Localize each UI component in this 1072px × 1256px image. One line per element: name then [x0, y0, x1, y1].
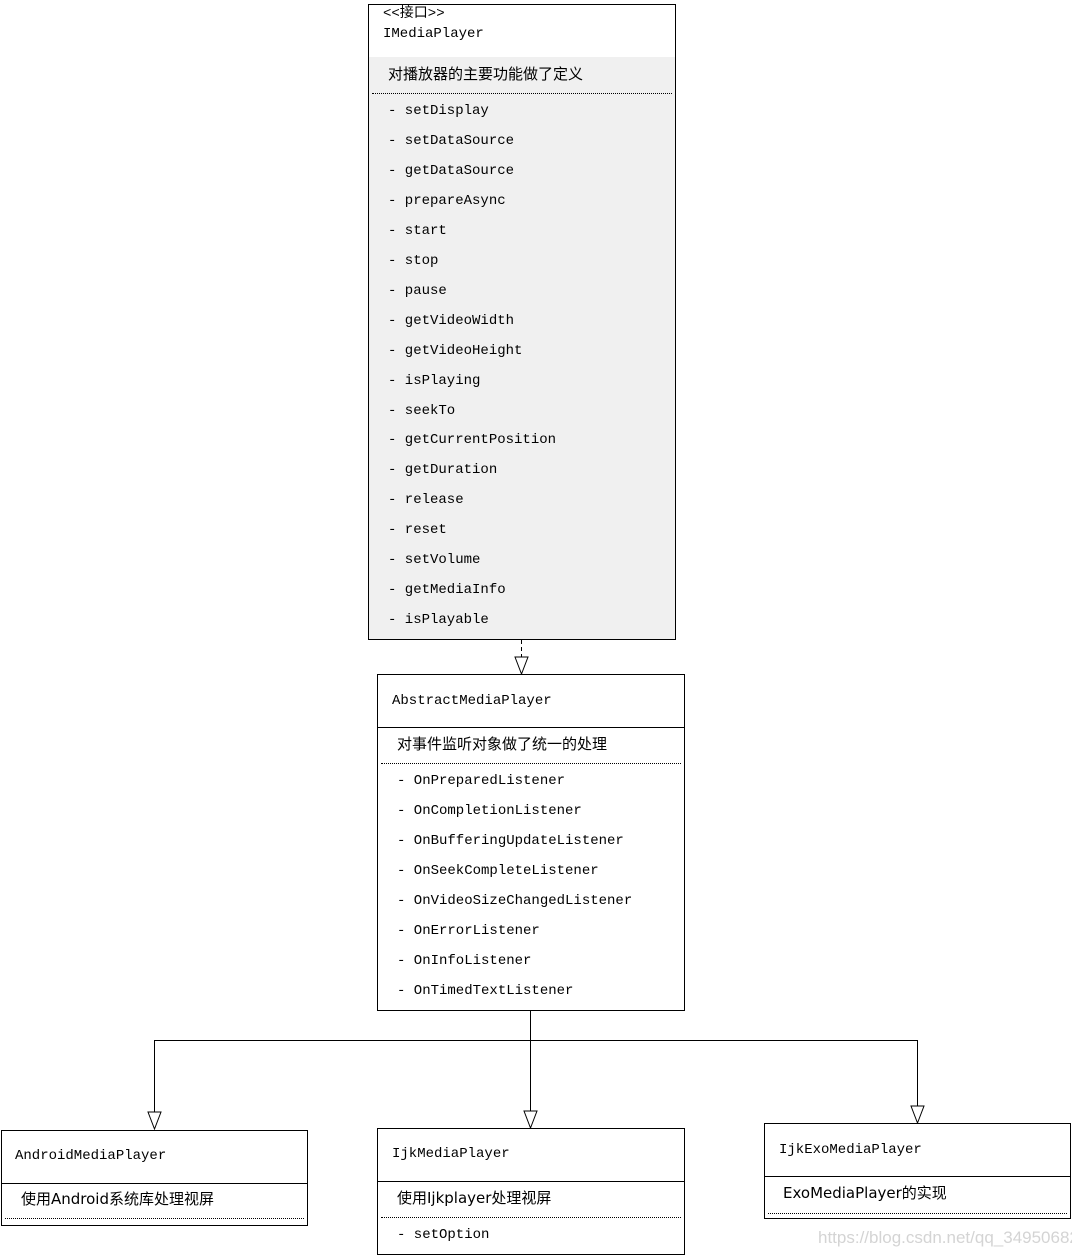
class-member: - pause — [388, 282, 447, 299]
class-header: IjkExoMediaPlayer — [765, 1124, 1070, 1177]
class-member: - release — [388, 492, 464, 509]
inheritance-arrowhead-ijkexo — [910, 1105, 925, 1125]
class-description: ExoMediaPlayer的实现 — [783, 1184, 947, 1202]
class-description: 对播放器的主要功能做了定义 — [388, 65, 584, 83]
class-name: AbstractMediaPlayer — [392, 693, 552, 709]
class-member: - OnTimedTextListener — [397, 982, 574, 999]
class-member: - setDisplay — [388, 103, 489, 119]
class-header: <<接口>> IMediaPlayer — [369, 5, 675, 58]
class-description: 使用Android系统库处理视屏 — [21, 1190, 214, 1208]
class-member: - OnVideoSizeChangedListener — [397, 892, 633, 909]
class-member: - setDataSource — [388, 132, 515, 149]
class-description: 使用Ijkplayer处理视屏 — [397, 1189, 552, 1207]
class-androidmediaplayer[interactable]: AndroidMediaPlayer 使用Android系统库处理视屏 — [1, 1130, 308, 1226]
class-name: IMediaPlayer — [383, 26, 484, 42]
class-member: - OnInfoListener — [397, 952, 532, 969]
class-member: - stop — [388, 252, 439, 269]
class-name: IjkMediaPlayer — [392, 1146, 510, 1162]
uml-class-diagram: <<接口>> IMediaPlayer 对播放器的主要功能做了定义 - setD… — [0, 0, 1072, 1256]
class-member: - isPlaying — [388, 372, 481, 389]
class-member: - setVolume — [388, 552, 481, 569]
class-body: 使用Ijkplayer处理视屏 - setOption — [378, 1181, 684, 1254]
class-body: 对事件监听对象做了统一的处理 - OnPreparedListener - OnC… — [378, 727, 684, 1010]
divider — [381, 763, 681, 764]
divider — [5, 1218, 304, 1219]
class-body: 使用Android系统库处理视屏 — [2, 1183, 307, 1225]
class-description: 对事件监听对象做了统一的处理 — [397, 735, 608, 753]
class-member: - getCurrentPosition — [388, 432, 557, 449]
class-member: - prepareAsync — [388, 192, 506, 209]
class-name: IjkExoMediaPlayer — [779, 1142, 922, 1158]
watermark: https://blog.csdn.net/qq_34950682 — [818, 1228, 1072, 1247]
class-member: - getVideoHeight — [388, 342, 523, 359]
class-member: - isPlayable — [388, 612, 489, 629]
class-stereotype: <<接口>> — [383, 6, 445, 22]
class-member: - setOption — [397, 1227, 490, 1243]
class-member: - OnSeekCompleteListener — [397, 862, 599, 879]
class-header: AndroidMediaPlayer — [2, 1131, 307, 1184]
class-member: - start — [388, 222, 447, 239]
divider — [381, 1217, 681, 1218]
class-name: AndroidMediaPlayer — [15, 1148, 167, 1164]
class-header: AbstractMediaPlayer — [378, 675, 684, 728]
class-member: - getDataSource — [388, 162, 515, 179]
class-member: - OnBufferingUpdateListener — [397, 832, 624, 849]
class-member: - getMediaInfo — [388, 582, 506, 599]
class-ijkmediaplayer[interactable]: IjkMediaPlayer 使用Ijkplayer处理视屏 - setOpti… — [377, 1128, 685, 1255]
class-member: - OnPreparedListener — [397, 773, 566, 789]
class-header: IjkMediaPlayer — [378, 1129, 684, 1182]
class-member: - OnErrorListener — [397, 922, 540, 939]
class-member: - OnCompletionListener — [397, 802, 582, 819]
class-body: 对播放器的主要功能做了定义 - setDisplay - setDataSourc… — [369, 57, 675, 639]
class-body: ExoMediaPlayer的实现 — [765, 1176, 1070, 1218]
inheritance-arrowhead-android — [147, 1111, 162, 1131]
inheritance-bus — [154, 1040, 918, 1112]
divider — [372, 93, 672, 94]
class-abstractmediaplayer[interactable]: AbstractMediaPlayer 对事件监听对象做了统一的处理 - OnP… — [377, 674, 685, 1011]
class-member: - seekTo — [388, 402, 456, 419]
class-imediaplayer[interactable]: <<接口>> IMediaPlayer 对播放器的主要功能做了定义 - setD… — [368, 4, 676, 640]
divider — [768, 1213, 1067, 1214]
inheritance-arrowhead-ijk — [523, 1110, 538, 1130]
class-member: - reset — [388, 522, 447, 539]
class-member: - getDuration — [388, 462, 498, 479]
class-ijkexomediaplayer[interactable]: IjkExoMediaPlayer ExoMediaPlayer的实现 — [764, 1123, 1071, 1219]
class-member: - getVideoWidth — [388, 312, 515, 329]
realization-arrowhead — [514, 656, 529, 676]
